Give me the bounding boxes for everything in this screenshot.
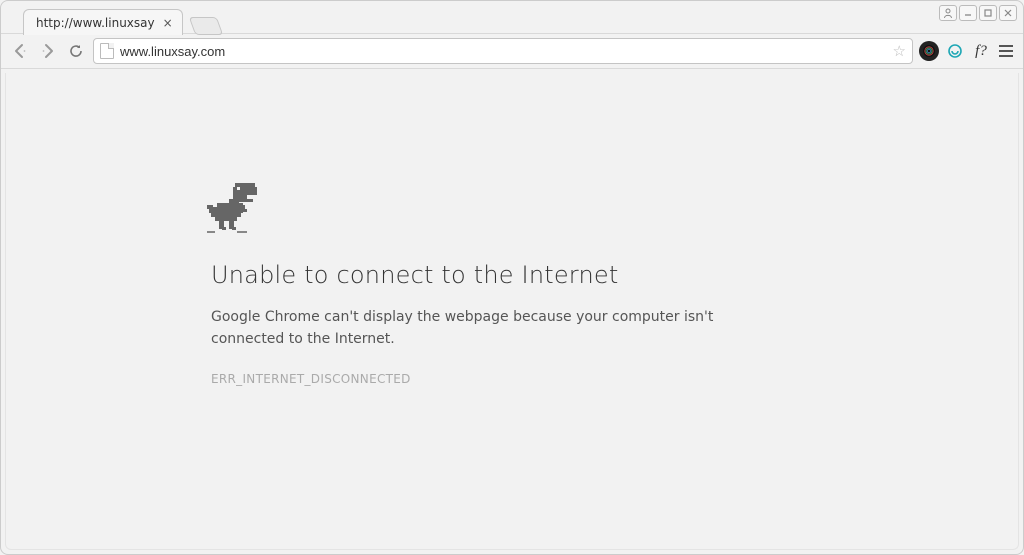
page-content: Unable to connect to the Internet Google…	[5, 73, 1019, 550]
menu-button[interactable]	[997, 45, 1015, 57]
new-tab-button[interactable]	[189, 17, 224, 35]
extension-icon-2[interactable]	[945, 41, 965, 61]
error-title: Unable to connect to the Internet	[211, 261, 771, 289]
tab-close-button[interactable]: ×	[163, 16, 173, 30]
error-code: ERR_INTERNET_DISCONNECTED	[211, 372, 771, 386]
dino-icon	[207, 183, 257, 233]
back-button[interactable]	[9, 40, 31, 62]
tab-strip: http://www.linuxsay ×	[1, 1, 1023, 33]
error-panel: Unable to connect to the Internet Google…	[211, 183, 771, 386]
page-icon	[100, 43, 114, 59]
extension-icon-1[interactable]	[919, 41, 939, 61]
tab-active[interactable]: http://www.linuxsay ×	[23, 9, 183, 35]
omnibox[interactable]: ☆	[93, 38, 913, 64]
forward-button[interactable]	[37, 40, 59, 62]
toolbar: ☆ f?	[1, 33, 1023, 69]
browser-window: http://www.linuxsay × ☆ f?	[0, 0, 1024, 555]
error-body: Google Chrome can't display the webpage …	[211, 307, 771, 350]
extension-icon-3[interactable]: f?	[971, 41, 991, 61]
tab-title: http://www.linuxsay	[36, 16, 155, 30]
url-input[interactable]	[120, 44, 887, 59]
bookmark-star-icon[interactable]: ☆	[893, 42, 906, 60]
reload-button[interactable]	[65, 40, 87, 62]
